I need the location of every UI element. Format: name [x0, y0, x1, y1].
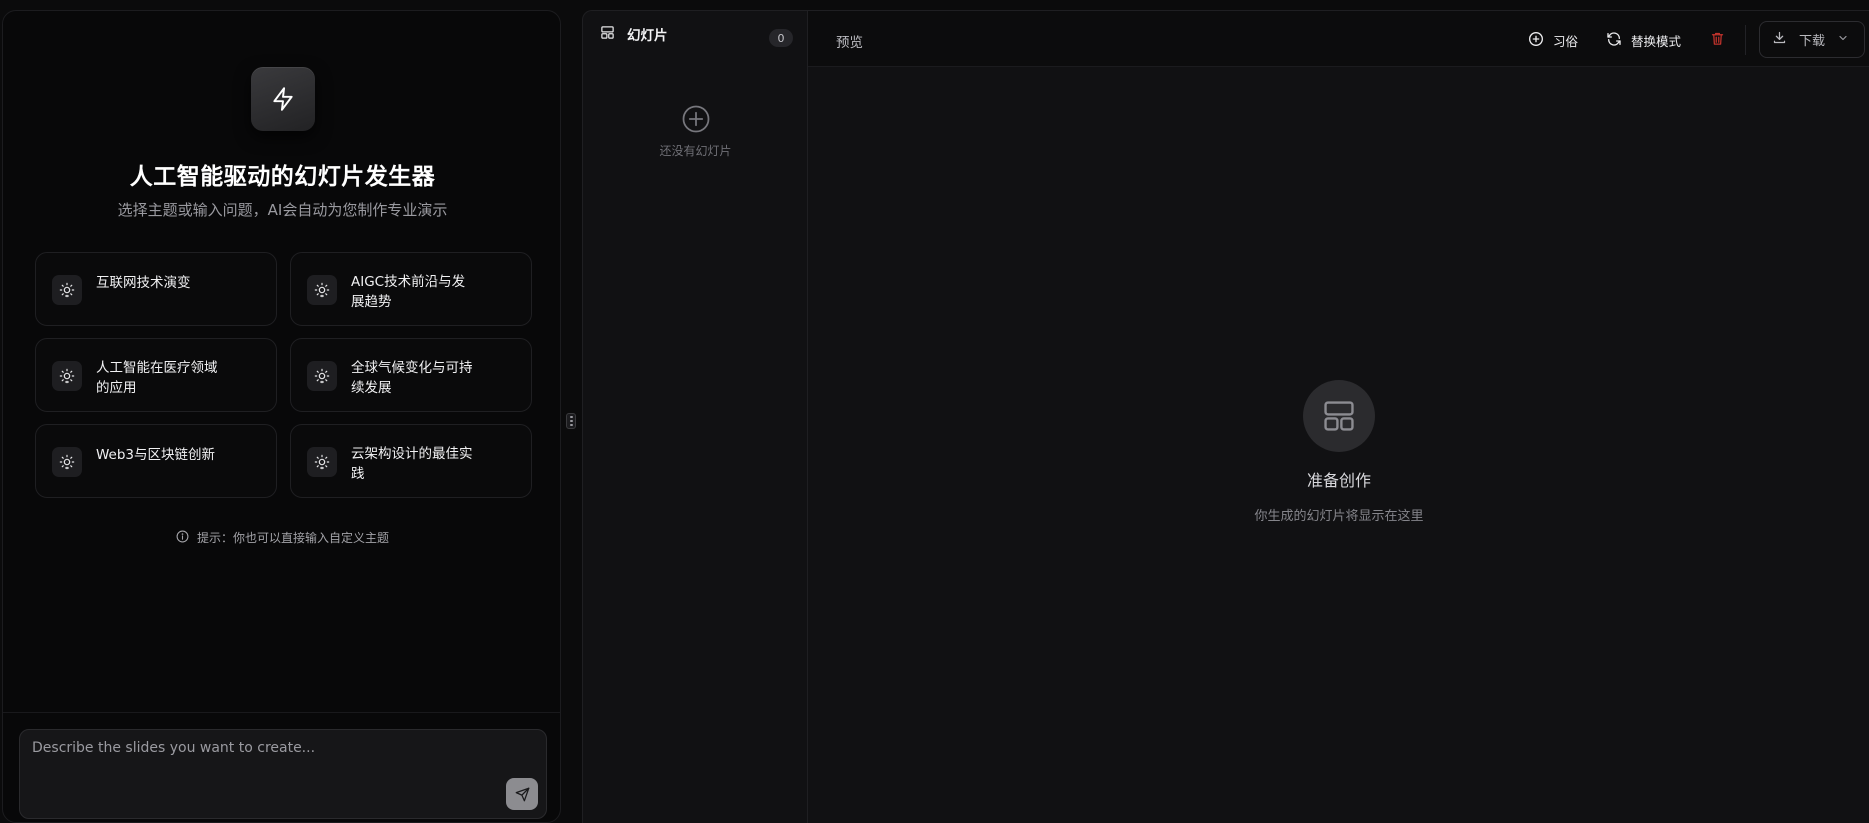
ready-state: 准备创作 你生成的幻灯片将显示在这里 [808, 380, 1869, 524]
toolbar-divider [1745, 25, 1746, 55]
panel-resize-handle[interactable] [566, 413, 576, 429]
preview-toolbar: 预览 习俗 替换模式 下载 [808, 10, 1869, 67]
preview-title: 预览 [836, 35, 863, 51]
prompt-input-box [19, 729, 547, 819]
topic-card-climate[interactable]: 全球气候变化与可持续发展 [290, 338, 532, 412]
topic-label: 人工智能在医疗领域的应用 [96, 360, 218, 396]
ready-subtitle: 你生成的幻灯片将显示在这里 [1254, 509, 1424, 524]
hint-row: 提示：你也可以直接输入自定义主题 [3, 529, 560, 546]
download-label: 下载 [1799, 34, 1826, 49]
hero-title: 人工智能驱动的幻灯片发生器 [129, 164, 436, 190]
layout-icon [1303, 380, 1375, 452]
custom-button-label: 习俗 [1553, 33, 1579, 49]
topic-card-medical-ai[interactable]: 人工智能在医疗领域的应用 [35, 338, 277, 412]
slides-title: 幻灯片 [627, 28, 668, 44]
info-icon [176, 530, 189, 546]
topic-label: Web3与区块链创新 [96, 447, 216, 463]
lightbulb-icon [52, 447, 82, 477]
lightbulb-icon [52, 361, 82, 391]
download-icon [1772, 30, 1787, 49]
chevron-down-icon [1837, 32, 1849, 48]
hint-text: 提示：你也可以直接输入自定义主题 [196, 531, 389, 545]
lightning-icon [251, 67, 315, 131]
empty-slides-text: 还没有幻灯片 [659, 144, 732, 158]
topic-card-cloud[interactable]: 云架构设计的最佳实践 [290, 424, 532, 498]
topic-label: AIGC技术前沿与发展趋势 [351, 274, 466, 310]
layout-icon [600, 25, 615, 44]
trash-icon [1710, 31, 1725, 49]
ready-title: 准备创作 [1306, 471, 1371, 490]
lightbulb-icon [52, 275, 82, 305]
hero-subtitle: 选择主题或输入问题，AI会自动为您制作专业演示 [117, 201, 448, 219]
topic-card-internet[interactable]: 互联网技术演变 [35, 252, 277, 326]
switch-mode-button[interactable]: 替换模式 [1606, 29, 1681, 51]
chat-panel: 人工智能驱动的幻灯片发生器 选择主题或输入问题，AI会自动为您制作专业演示 互联… [2, 10, 561, 823]
topic-card-aigc[interactable]: AIGC技术前沿与发展趋势 [290, 252, 532, 326]
lightbulb-icon [307, 361, 337, 391]
prompt-input[interactable] [20, 730, 546, 818]
delete-button[interactable] [1710, 29, 1725, 51]
send-icon [515, 787, 529, 801]
topic-card-web3[interactable]: Web3与区块链创新 [35, 424, 277, 498]
empty-slides-state: 还没有幻灯片 [583, 104, 808, 159]
slides-count-badge: 0 [769, 29, 793, 47]
add-circle-icon[interactable] [583, 104, 808, 138]
topic-grid: 互联网技术演变 AIGC技术前沿与发展趋势 人工智能在医疗领域的应用 全球气候变… [35, 252, 532, 498]
topic-label: 云架构设计的最佳实践 [351, 446, 473, 482]
topic-label: 全球气候变化与可持续发展 [351, 360, 473, 396]
slides-panel: 幻灯片 0 还没有幻灯片 [582, 10, 807, 823]
refresh-icon [1606, 31, 1622, 50]
send-button[interactable] [506, 778, 538, 810]
preview-panel: 预览 习俗 替换模式 下载 准备创作 你生成的幻灯片将显示在这里 [807, 10, 1869, 823]
topic-label: 互联网技术演变 [96, 275, 191, 291]
custom-button[interactable]: 习俗 [1528, 29, 1578, 51]
lightbulb-icon [307, 447, 337, 477]
divider [3, 712, 560, 713]
download-button[interactable]: 下载 [1759, 21, 1865, 58]
switch-mode-label: 替换模式 [1631, 33, 1682, 49]
plus-circle-icon [1528, 31, 1544, 50]
lightbulb-icon [307, 275, 337, 305]
